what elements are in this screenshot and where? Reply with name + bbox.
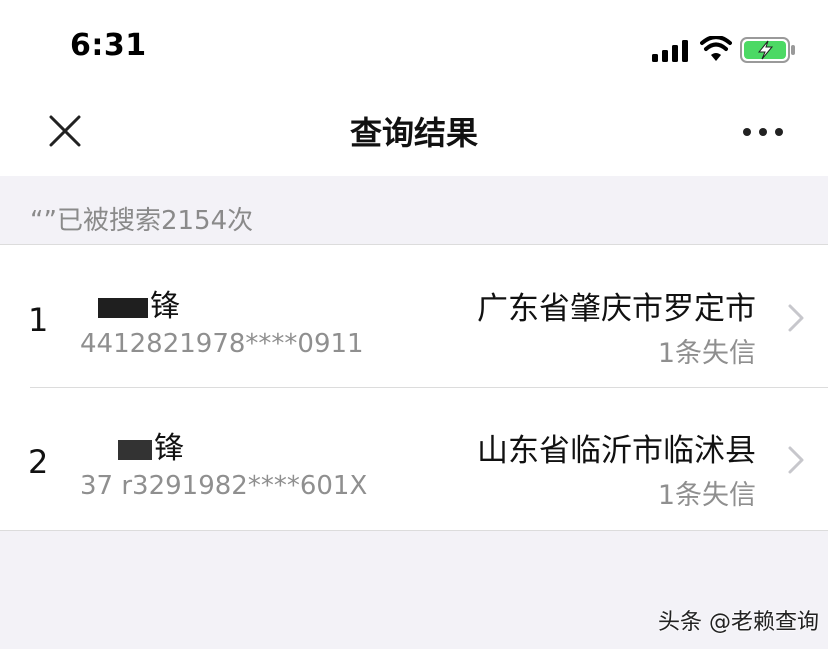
search-count-text: “”已被搜索2154次 xyxy=(30,206,254,236)
result-id-number: 37 r3291982****601X xyxy=(80,471,368,501)
watermark-text: 头条 @老赖查询 xyxy=(658,610,819,635)
result-name-text: 锋 xyxy=(154,431,184,466)
chevron-right-icon xyxy=(788,446,804,474)
redaction-mask xyxy=(98,298,148,318)
result-name-text: 锋 xyxy=(150,289,180,324)
result-list: 1 锋 4412821978****0911 广东省肇庆市罗定市 1条失信 2 … xyxy=(0,244,828,531)
result-index: 1 xyxy=(28,301,49,339)
result-name: 锋 xyxy=(98,281,180,325)
more-icon[interactable] xyxy=(740,118,786,146)
wifi-icon xyxy=(700,36,732,61)
result-record: 1条失信 xyxy=(657,480,756,511)
result-name: 锋 xyxy=(98,423,184,467)
battery-charging-icon xyxy=(740,37,795,63)
page-title: 查询结果 xyxy=(349,114,478,152)
result-id-number: 4412821978****0911 xyxy=(80,329,364,359)
cellular-signal-icon xyxy=(652,40,688,62)
result-location: 山东省临沂市临沭县 xyxy=(477,433,756,469)
result-record: 1条失信 xyxy=(657,338,756,369)
header-area: 6:31 查询结果 xyxy=(0,0,828,176)
status-time: 6:31 xyxy=(70,28,147,63)
redaction-mask xyxy=(118,440,152,460)
result-index: 2 xyxy=(28,443,49,481)
result-row[interactable]: 1 锋 4412821978****0911 广东省肇庆市罗定市 1条失信 xyxy=(0,245,828,387)
result-row[interactable]: 2 锋 37 r3291982****601X 山东省临沂市临沭县 1条失信 xyxy=(0,387,828,529)
result-location: 广东省肇庆市罗定市 xyxy=(477,291,756,327)
chevron-right-icon xyxy=(788,304,804,332)
